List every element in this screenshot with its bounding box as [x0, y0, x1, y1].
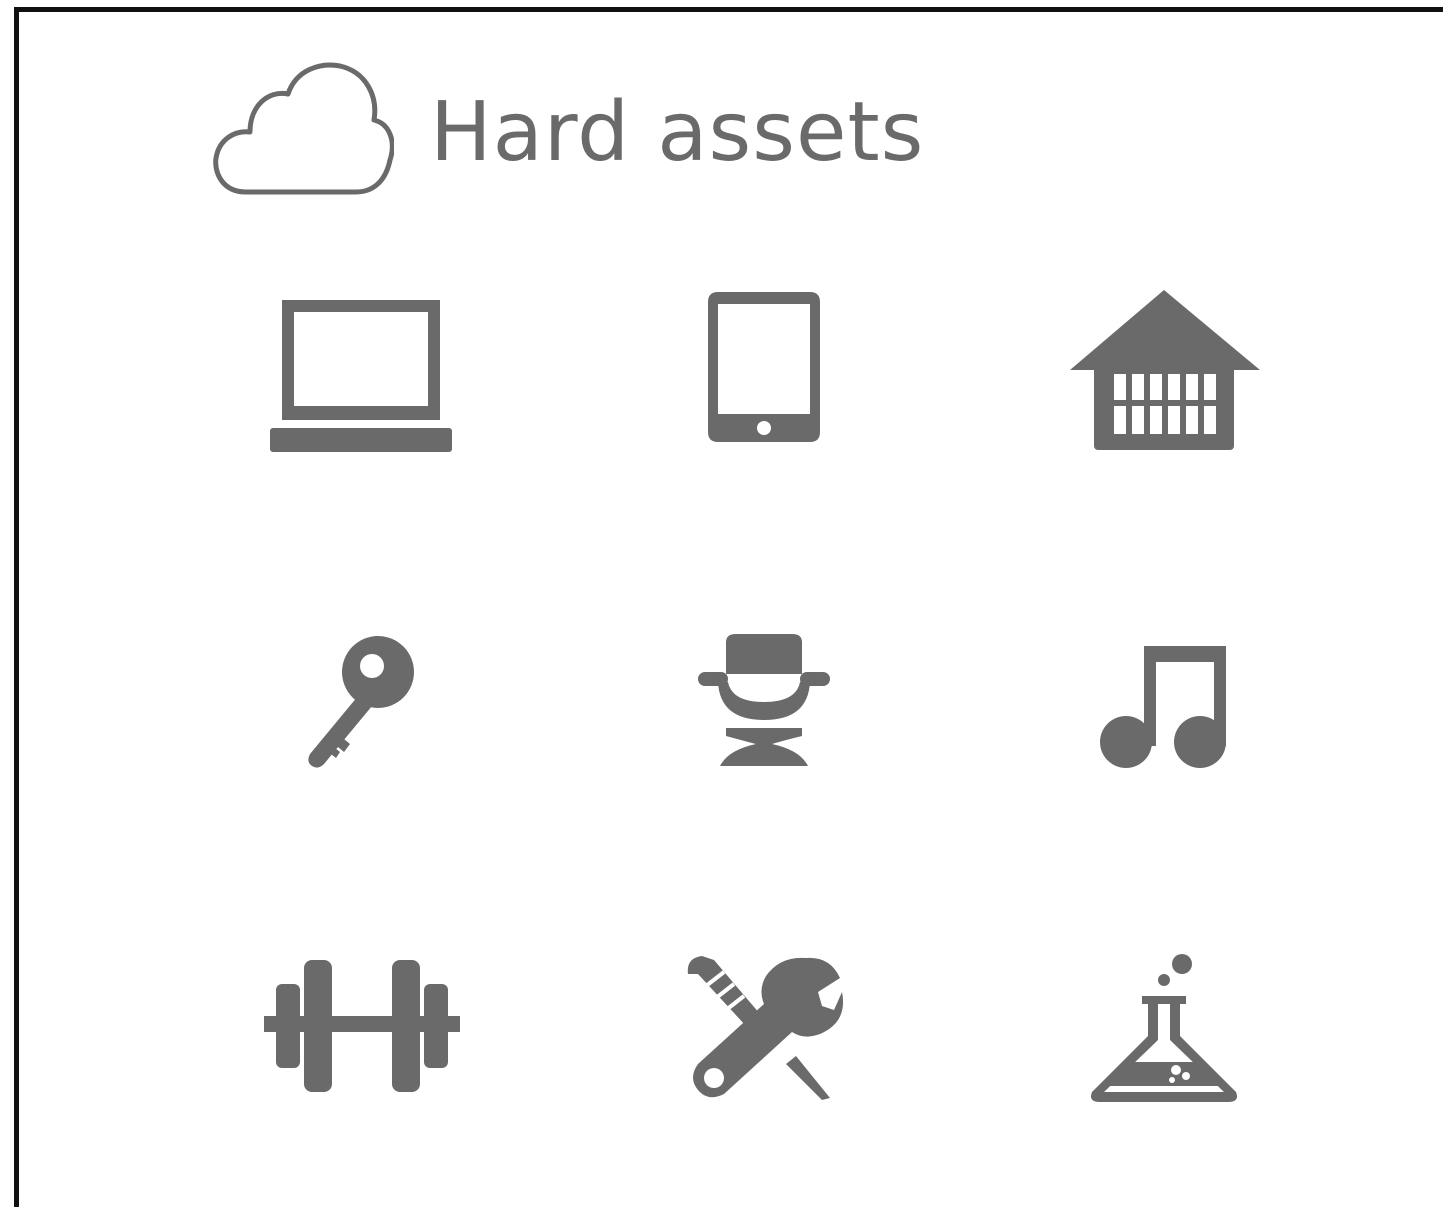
- dumbbell-icon: [264, 958, 460, 1096]
- tablet-icon: [706, 290, 822, 444]
- flask-icon: [1088, 952, 1240, 1104]
- cloud-outline-icon: [210, 60, 394, 200]
- key-icon: [304, 632, 420, 772]
- house-icon: [1066, 288, 1262, 454]
- tools-icon: [684, 952, 844, 1102]
- office-chair-icon: [696, 632, 832, 770]
- laptop-icon: [270, 296, 452, 454]
- music-note-icon: [1096, 642, 1232, 770]
- page-title: Hard assets: [430, 85, 925, 180]
